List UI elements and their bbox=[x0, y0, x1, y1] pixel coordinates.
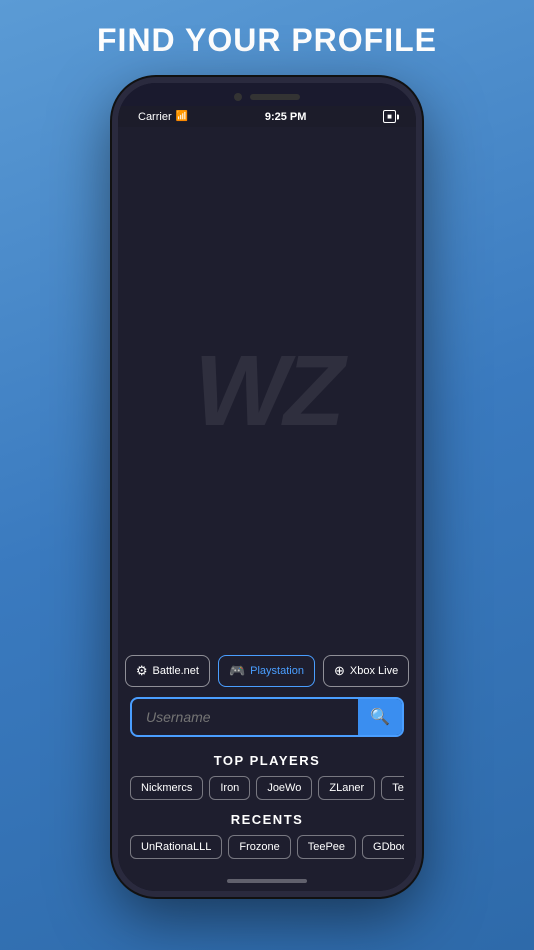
platform-xboxlive[interactable]: ⊕ Xbox Live bbox=[323, 655, 409, 687]
battlenet-label: Battle.net bbox=[152, 665, 198, 677]
xboxlive-label: Xbox Live bbox=[350, 665, 398, 677]
status-bar: Carrier 📶 9:25 PM ■ bbox=[118, 106, 416, 127]
phone-screen: WZ ⚙ Battle.net 🎮 Playstation ⊕ Xbox Liv… bbox=[118, 127, 416, 871]
recents-title: RECENTS bbox=[130, 812, 404, 827]
phone-speaker bbox=[250, 94, 300, 100]
search-input[interactable] bbox=[132, 699, 358, 735]
search-button[interactable]: 🔍 bbox=[358, 699, 402, 735]
search-icon: 🔍 bbox=[370, 707, 390, 727]
recent-tag-unrationaLLL[interactable]: UnRationaLLL bbox=[130, 835, 222, 859]
recent-tag-teepee[interactable]: TeePee bbox=[297, 835, 356, 859]
top-players-list: Nickmercs Iron JoeWo ZLaner TeePee TOM bbox=[130, 776, 404, 800]
battlenet-icon: ⚙ bbox=[136, 663, 148, 679]
player-tag-joewo[interactable]: JoeWo bbox=[256, 776, 312, 800]
status-time: 9:25 PM bbox=[265, 111, 307, 123]
carrier-text: Carrier bbox=[138, 111, 172, 123]
phone-camera bbox=[234, 93, 242, 101]
xbox-icon: ⊕ bbox=[334, 663, 345, 679]
player-tag-zlaner[interactable]: ZLaner bbox=[318, 776, 375, 800]
top-players-section: TOP PLAYERS Nickmercs Iron JoeWo ZLaner … bbox=[118, 753, 416, 800]
platform-playstation[interactable]: 🎮 Playstation bbox=[218, 655, 315, 687]
recent-tag-gdbooya[interactable]: GDbooya bbox=[362, 835, 404, 859]
home-indicator bbox=[227, 879, 307, 883]
recents-list: UnRationaLLL Frozone TeePee GDbooya ZLan… bbox=[130, 835, 404, 859]
recents-section: RECENTS UnRationaLLL Frozone TeePee GDbo… bbox=[118, 812, 416, 859]
player-tag-iron[interactable]: Iron bbox=[209, 776, 250, 800]
search-bar: 🔍 bbox=[130, 697, 404, 737]
wifi-icon: 📶 bbox=[176, 111, 188, 122]
top-players-title: TOP PLAYERS bbox=[130, 753, 404, 768]
playstation-icon: 🎮 bbox=[229, 663, 245, 679]
carrier-label: Carrier 📶 bbox=[138, 111, 188, 123]
battery-icon: ■ bbox=[383, 110, 396, 123]
page-title: FIND YOUR PROFILE bbox=[97, 22, 437, 59]
player-tag-teepee[interactable]: TeePee bbox=[381, 776, 404, 800]
recent-tag-frozone[interactable]: Frozone bbox=[228, 835, 290, 859]
playstation-label: Playstation bbox=[250, 665, 304, 677]
phone-shell: Carrier 📶 9:25 PM ■ WZ ⚙ Battle.net 🎮 Pl… bbox=[112, 77, 422, 897]
wz-logo: WZ bbox=[194, 334, 339, 449]
player-tag-nickmercs[interactable]: Nickmercs bbox=[130, 776, 203, 800]
phone-top-bar bbox=[118, 83, 416, 106]
platform-buttons: ⚙ Battle.net 🎮 Playstation ⊕ Xbox Live bbox=[118, 655, 416, 687]
phone-bottom bbox=[118, 871, 416, 891]
platform-battlenet[interactable]: ⚙ Battle.net bbox=[125, 655, 210, 687]
logo-area: WZ bbox=[118, 127, 416, 655]
